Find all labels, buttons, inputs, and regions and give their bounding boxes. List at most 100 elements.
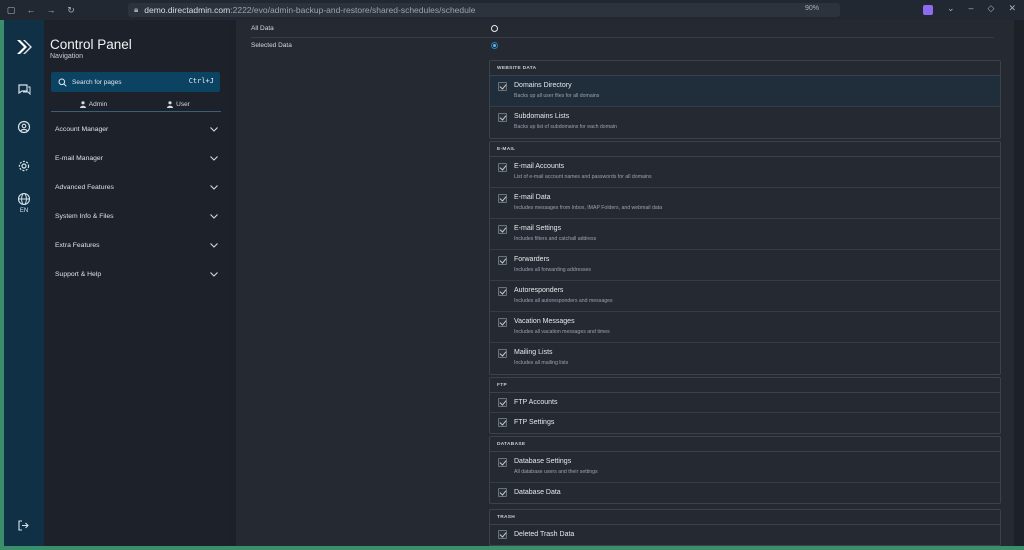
browser-toolbar: ▢ ← → ↻ 🔒︎ demo.directadmin.com:2222/evo… (0, 0, 1024, 20)
item-deleted-trash-data[interactable]: Deleted Trash Data (490, 525, 1000, 545)
checkbox[interactable] (498, 488, 507, 497)
item-ftp-settings[interactable]: FTP Settings (490, 413, 1000, 433)
globe-icon[interactable] (17, 192, 31, 206)
person-icon (167, 101, 174, 108)
checkbox[interactable] (498, 458, 507, 467)
item-name: Forwarders (514, 256, 550, 263)
role-label: Admin (88, 101, 108, 108)
item-name: Deleted Trash Data (514, 531, 575, 538)
item-email-settings[interactable]: E-mail Settings Includes filters and cat… (490, 219, 1000, 250)
reload-icon[interactable]: ↻ (66, 5, 76, 16)
item-domains-directory[interactable]: Domains Directory Backs up all user file… (490, 76, 1000, 107)
zoom-level[interactable]: 90% (805, 5, 819, 12)
item-name: Database Data (514, 489, 561, 496)
forward-icon[interactable]: → (46, 5, 56, 15)
checkbox[interactable] (498, 225, 507, 234)
chevron-down-icon (210, 272, 218, 277)
backup-data-panel: All Data Selected Data WEBSITE DATA Doma… (236, 20, 1014, 546)
item-database-settings[interactable]: Database Settings All database users and… (490, 452, 1000, 483)
item-description: Includes all forwarding addresses (514, 267, 591, 273)
gear-icon[interactable] (17, 159, 31, 173)
item-vacation-messages[interactable]: Vacation Messages Includes all vacation … (490, 312, 1000, 343)
item-description: Includes messages from Inbox, IMAP Folde… (514, 205, 663, 211)
checkbox[interactable] (498, 163, 507, 172)
language-label[interactable]: EN (20, 208, 28, 214)
item-name: Autoresponders (514, 287, 564, 294)
menu-item-email-manager[interactable]: E-mail Manager (51, 144, 221, 173)
item-subdomains-lists[interactable]: Subdomains Lists Backs up list of subdom… (490, 107, 1000, 138)
main-content: All Data Selected Data WEBSITE DATA Doma… (228, 20, 1024, 546)
item-name: Database Settings (514, 458, 572, 465)
user-icon[interactable] (17, 120, 31, 134)
chevron-down-icon[interactable]: ⌄ (947, 3, 955, 15)
checkbox[interactable] (498, 82, 507, 91)
extension-icon[interactable] (922, 5, 933, 15)
menu-item-account-manager[interactable]: Account Manager (51, 115, 221, 144)
item-description: List of e-mail account names and passwor… (514, 174, 652, 180)
role-label: User (176, 101, 190, 108)
item-forwarders[interactable]: Forwarders Includes all forwarding addre… (490, 250, 1000, 281)
group-trash: TRASH Deleted Trash Data (489, 509, 1001, 546)
chat-icon[interactable] (17, 82, 31, 96)
item-database-data[interactable]: Database Data (490, 483, 1000, 503)
item-mailing-lists[interactable]: Mailing Lists Includes all mailing lists (490, 343, 1000, 374)
item-autoresponders[interactable]: Autoresponders Includes all autoresponde… (490, 281, 1000, 312)
option-all-data[interactable]: All Data (251, 20, 994, 36)
menu-item-system-info[interactable]: System Info & Files (51, 202, 221, 231)
menu-item-extra-features[interactable]: Extra Features (51, 231, 221, 260)
item-ftp-accounts[interactable]: FTP Accounts (490, 393, 1000, 413)
menu-item-advanced-features[interactable]: Advanced Features (51, 173, 221, 202)
group-header: TRASH (490, 510, 1000, 525)
search-input[interactable] (72, 78, 172, 86)
selected-data-radio[interactable] (491, 42, 498, 49)
chevron-down-icon (210, 185, 218, 190)
checkbox[interactable] (498, 398, 507, 407)
search-shortcut: Ctrl+J (188, 77, 214, 85)
group-header: DATABASE (490, 437, 1000, 452)
item-email-data[interactable]: E-mail Data Includes messages from Inbox… (490, 188, 1000, 219)
item-name: FTP Accounts (514, 399, 558, 406)
item-name: Domains Directory (514, 82, 572, 89)
checkbox[interactable] (498, 194, 507, 203)
item-name: E-mail Accounts (514, 163, 565, 170)
checkbox[interactable] (498, 256, 507, 265)
logout-icon[interactable] (18, 520, 29, 531)
close-icon[interactable]: ✕ (1008, 3, 1016, 15)
checkbox[interactable] (498, 287, 507, 296)
checkbox[interactable] (498, 530, 507, 539)
item-email-accounts[interactable]: E-mail Accounts List of e-mail account n… (490, 157, 1000, 188)
address-bar[interactable]: 🔒︎ demo.directadmin.com:2222/evo/admin-b… (128, 3, 840, 17)
person-icon (79, 101, 86, 108)
item-description: Includes filters and catchall address (514, 236, 597, 242)
chevron-down-icon (210, 156, 218, 161)
chevron-down-icon (210, 243, 218, 248)
item-description: Includes all mailing lists (514, 360, 569, 366)
role-user[interactable]: User (136, 98, 221, 111)
sidebar-subtitle: Navigation (50, 53, 84, 60)
item-description: Includes all vacation messages and times (514, 329, 610, 335)
directadmin-logo-icon[interactable] (15, 38, 33, 56)
checkbox[interactable] (498, 349, 507, 358)
sidebar-title: Control Panel (50, 37, 132, 52)
all-data-radio[interactable] (491, 24, 498, 32)
search-box[interactable]: Ctrl+J (51, 72, 220, 92)
group-website-data: WEBSITE DATA Domains Directory Backs up … (489, 60, 1001, 139)
minimize-icon[interactable]: – (969, 3, 974, 15)
restore-icon[interactable]: ◇ (988, 3, 995, 15)
checkbox[interactable] (498, 418, 507, 427)
chevron-down-icon (210, 214, 218, 219)
option-selected-data[interactable]: Selected Data (251, 37, 994, 53)
group-header: WEBSITE DATA (490, 61, 1000, 76)
back-icon[interactable]: ← (26, 5, 36, 15)
group-ftp: FTP FTP Accounts FTP Settings (489, 377, 1001, 434)
group-header: E-MAIL (490, 142, 1000, 157)
menu-item-support-help[interactable]: Support & Help (51, 260, 221, 289)
checkbox[interactable] (498, 318, 507, 327)
role-admin[interactable]: Admin (51, 98, 136, 111)
sidebar-toggle-icon[interactable]: ▢ (6, 5, 16, 16)
search-icon (58, 78, 67, 87)
url-text: demo.directadmin.com:2222/evo/admin-back… (144, 5, 476, 15)
item-description: Backs up all user files for all domains (514, 93, 600, 99)
checkbox[interactable] (498, 113, 507, 122)
item-name: E-mail Data (514, 194, 551, 201)
